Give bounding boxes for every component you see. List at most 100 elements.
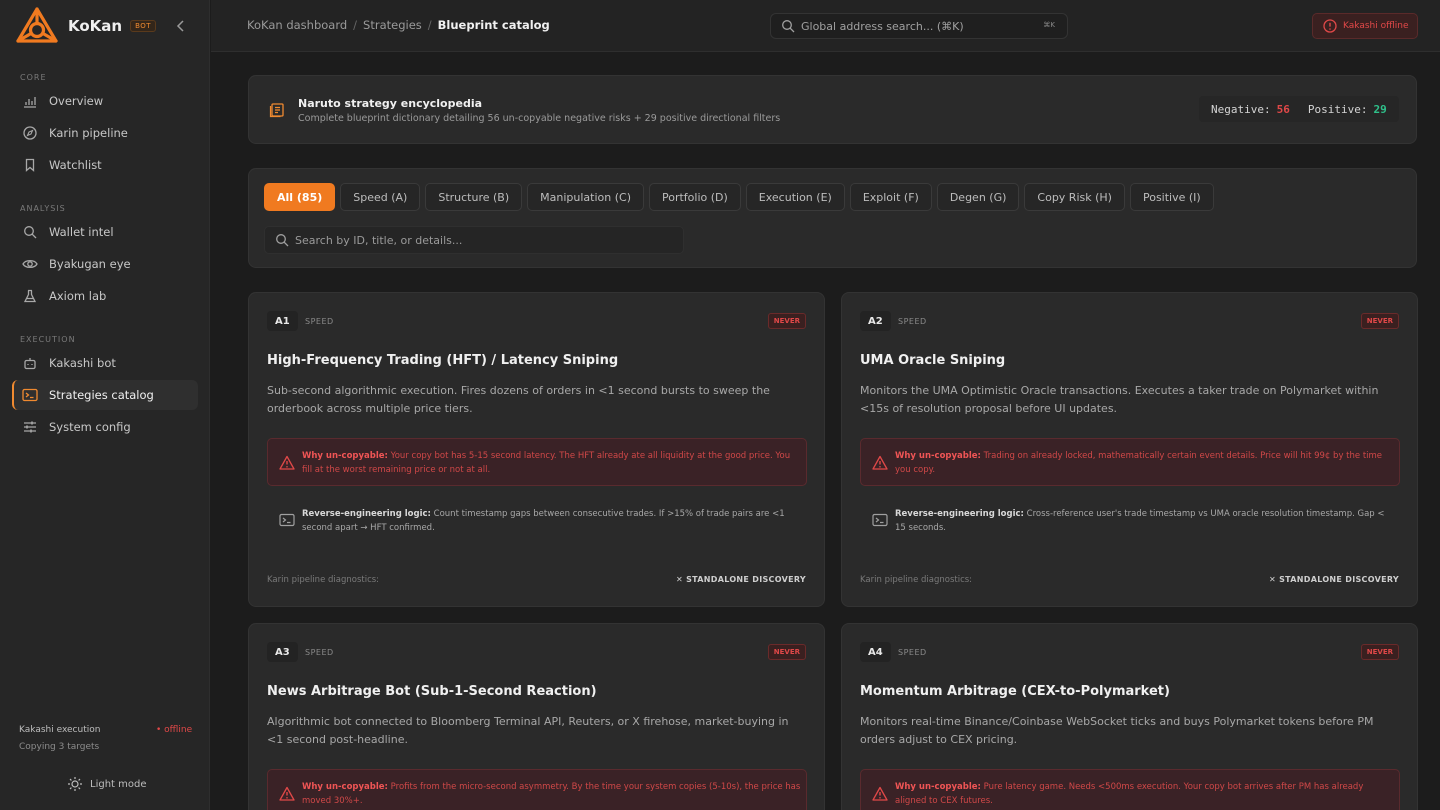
tab-manipulation[interactable]: Manipulation (C)	[527, 183, 644, 211]
tab-speed[interactable]: Speed (A)	[340, 183, 421, 211]
sun-icon	[67, 776, 83, 792]
card-description: Algorithmic bot connected to Bloomberg T…	[267, 715, 789, 746]
positive-label: Positive:	[1307, 102, 1368, 116]
negative-label: Negative:	[1211, 102, 1271, 116]
card-category: SPEED	[898, 317, 927, 326]
sidebar-item-label: Watchlist	[49, 158, 102, 172]
execution-status-badge: • offline	[156, 725, 193, 735]
sidebar-item-label: Byakugan eye	[49, 257, 131, 271]
breadcrumb: KoKan dashboard / Strategies / Blueprint…	[247, 18, 550, 32]
nav-section-core: CORE	[20, 73, 47, 82]
logic-label: Reverse-engineering logic:	[895, 509, 1024, 519]
uncopyable-warning: Why un-copyable: Profits from the micro-…	[267, 769, 807, 810]
search-icon	[22, 224, 38, 240]
bookmark-icon	[22, 157, 38, 173]
card-title: Momentum Arbitrage (CEX-to-Polymarket)	[860, 684, 1170, 699]
card-category: SPEED	[898, 648, 927, 657]
kokan-logo-icon	[14, 6, 60, 46]
warning-label: Why un-copyable:	[302, 782, 388, 792]
search-icon	[275, 233, 289, 247]
never-badge: NEVER	[767, 313, 806, 329]
sidebar-item-wallet-intel[interactable]: Wallet intel	[12, 217, 198, 247]
card-description: Monitors real-time Binance/Coinbase WebS…	[860, 715, 1374, 746]
standalone-discovery-tag: ✕ STANDALONE DISCOVERY	[1269, 575, 1399, 584]
card-id: A4	[860, 642, 891, 662]
tab-portfolio[interactable]: Portfolio (D)	[648, 183, 741, 211]
breadcrumb-current: Blueprint catalog	[437, 18, 550, 32]
warning-text: Why un-copyable: Profits from the micro-…	[302, 781, 802, 808]
sidebar-item-label: System config	[49, 420, 131, 434]
card-id: A1	[267, 311, 298, 331]
sidebar-item-karin-pipeline[interactable]: Karin pipeline	[12, 118, 198, 148]
tab-degen[interactable]: Degen (G)	[936, 183, 1020, 211]
sidebar-item-label: Karin pipeline	[49, 126, 128, 140]
sidebar-item-overview[interactable]: Overview	[12, 86, 198, 116]
diagnostics-label: Karin pipeline diagnostics:	[860, 575, 973, 585]
warning-triangle-icon	[279, 786, 295, 802]
negative-count: 56	[1276, 102, 1290, 116]
breadcrumb-separator: /	[353, 18, 358, 32]
strategy-card-a1[interactable]: A1 SPEED NEVER High-Frequency Trading (H…	[248, 292, 825, 607]
kakashi-offline-status[interactable]: Kakashi offline	[1312, 13, 1418, 39]
sidebar-item-watchlist[interactable]: Watchlist	[12, 150, 198, 180]
strategy-card-a2[interactable]: A2 SPEED NEVER UMA Oracle Sniping Monito…	[841, 292, 1418, 607]
breadcrumb-dashboard[interactable]: KoKan dashboard	[247, 18, 347, 32]
card-description: Monitors the UMA Optimistic Oracle trans…	[860, 384, 1379, 415]
global-search-input[interactable]: Global address search... (⌘K) ⌘K	[770, 13, 1068, 39]
strategy-card-a4[interactable]: A4 SPEED NEVER Momentum Arbitrage (CEX-t…	[841, 623, 1418, 810]
alert-circle-icon	[1323, 19, 1337, 33]
warning-text: Why un-copyable: Pure latency game. Need…	[895, 781, 1395, 808]
sidebar-item-kakashi-bot[interactable]: Kakashi bot	[12, 348, 198, 378]
warning-triangle-icon	[872, 786, 888, 802]
sidebar-item-system-config[interactable]: System config	[12, 412, 198, 442]
tab-copy-risk[interactable]: Copy Risk (H)	[1024, 183, 1125, 211]
sidebar-item-strategies-catalog[interactable]: Strategies catalog	[12, 380, 198, 410]
warning-label: Why un-copyable:	[895, 782, 981, 792]
warning-label: Why un-copyable:	[895, 451, 981, 461]
sidebar-item-axiom-lab[interactable]: Axiom lab	[12, 281, 198, 311]
tab-all[interactable]: All (85)	[264, 183, 336, 211]
logic-label: Reverse-engineering logic:	[302, 509, 431, 519]
warning-label: Why un-copyable:	[302, 451, 388, 461]
compass-icon	[22, 125, 38, 141]
sidebar-item-label: Axiom lab	[49, 289, 107, 303]
light-mode-label: Light mode	[90, 778, 147, 790]
sidebar-item-label: Wallet intel	[49, 225, 114, 239]
positive-count: 29	[1373, 102, 1387, 116]
never-badge: NEVER	[1360, 313, 1399, 329]
tab-positive[interactable]: Positive (I)	[1129, 183, 1214, 211]
card-category: SPEED	[305, 648, 334, 657]
diagnostics-label: Karin pipeline diagnostics:	[267, 575, 380, 585]
sidebar-item-byakugan-eye[interactable]: Byakugan eye	[12, 249, 198, 279]
tab-execution[interactable]: Execution (E)	[745, 183, 845, 211]
warning-text: Why un-copyable: Trading on already lock…	[895, 450, 1395, 477]
tab-structure[interactable]: Structure (B)	[425, 183, 523, 211]
catalog-search-input[interactable]: Search by ID, title, or details...	[264, 226, 684, 254]
card-id: A3	[267, 642, 298, 662]
terminal-icon	[279, 513, 295, 529]
breadcrumb-strategies[interactable]: Strategies	[363, 18, 422, 32]
sidebar-item-label: Overview	[49, 94, 104, 108]
sidebar-item-label: Strategies catalog	[49, 388, 154, 402]
light-mode-toggle[interactable]: Light mode	[67, 776, 147, 792]
book-icon	[269, 102, 285, 118]
execution-status-title: Kakashi execution	[19, 725, 101, 735]
search-shortcut-hint: ⌘K	[1043, 21, 1055, 29]
card-id: A2	[860, 311, 891, 331]
uncopyable-warning: Why un-copyable: Trading on already lock…	[860, 438, 1400, 486]
encyclopedia-banner: Naruto strategy encyclopedia Complete bl…	[248, 75, 1417, 144]
brand-name: KoKan	[68, 17, 123, 35]
tab-exploit[interactable]: Exploit (F)	[849, 183, 932, 211]
terminal-icon	[22, 387, 38, 403]
card-category: SPEED	[305, 317, 334, 326]
standalone-discovery-tag: ✕ STANDALONE DISCOVERY	[676, 575, 806, 584]
collapse-sidebar-button[interactable]	[174, 17, 188, 35]
strategy-card-a3[interactable]: A3 SPEED NEVER News Arbitrage Bot (Sub-1…	[248, 623, 825, 810]
sliders-icon	[22, 419, 38, 435]
logic-text: Reverse-engineering logic: Count timesta…	[302, 508, 802, 535]
status-pill-label: Kakashi offline	[1343, 21, 1409, 31]
sidebar-item-label: Kakashi bot	[49, 356, 116, 370]
never-badge: NEVER	[1360, 644, 1399, 660]
execution-status-subtitle: Copying 3 targets	[19, 742, 100, 752]
brand[interactable]: KoKan BOT	[14, 6, 157, 46]
